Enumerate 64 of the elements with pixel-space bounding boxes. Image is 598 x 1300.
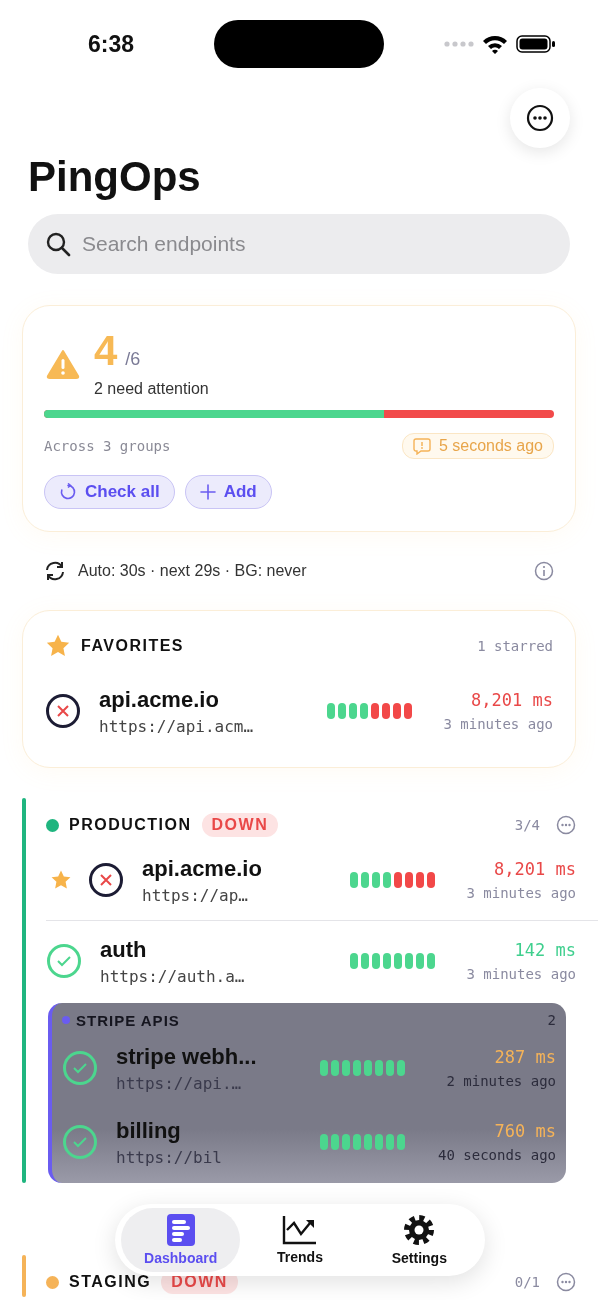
starred-count: 1 starred	[477, 638, 553, 655]
add-button[interactable]: Add	[184, 475, 272, 510]
sync-icon	[44, 560, 66, 583]
tab[interactable]: Settings	[359, 1208, 479, 1272]
endpoint-row[interactable]: api.acme.io https://api.acm… 8,201 ms 3 minutes ago	[45, 671, 553, 752]
tab[interactable]: Trends	[240, 1208, 360, 1272]
group-title: PRODUCTION	[69, 816, 192, 835]
updated-time: 5 seconds ago	[438, 437, 543, 456]
last-checked: 3 minutes ago	[466, 966, 576, 983]
latency-value: 8,201 ms	[494, 859, 576, 880]
warning-icon	[46, 349, 80, 380]
last-checked: 2 minutes ago	[446, 1073, 556, 1090]
total-count: /6	[125, 349, 141, 371]
more-icon	[526, 104, 554, 132]
section-title: FAVORITES	[81, 637, 184, 656]
wifi-icon	[482, 34, 508, 54]
endpoint-row[interactable]: stripe webh... https://api.… 287 ms 2 minutes ago	[62, 1031, 556, 1106]
latency-value: 287 ms	[494, 1047, 556, 1068]
settings-icon	[403, 1214, 436, 1246]
down-badge: DOWN	[201, 813, 279, 838]
latency-value: 142 ms	[514, 940, 576, 961]
clock-time: 6:38	[88, 30, 135, 58]
endpoint-name: billing	[116, 1117, 182, 1144]
signal-icon	[444, 41, 474, 47]
search-icon	[45, 231, 71, 258]
attention-label: 2 need attention	[94, 380, 209, 399]
attention-count: 4	[94, 330, 118, 373]
more-icon[interactable]	[556, 1272, 576, 1293]
endpoint-row[interactable]: api.acme.io https://ap… 8,201 ms 3 minutes ago	[46, 840, 598, 921]
latency-value: 8,201 ms	[471, 690, 553, 711]
message-icon	[412, 437, 431, 456]
endpoint-row[interactable]: auth https://auth.a… 142 ms 3 minutes ago	[46, 920, 598, 1002]
group-count: 0/1	[514, 1274, 540, 1291]
last-checked: 3 minutes ago	[443, 716, 553, 733]
groups-label: Across 3 groups	[44, 438, 171, 455]
info-icon[interactable]	[534, 561, 554, 582]
app-title: PingOps	[28, 152, 202, 202]
last-checked: 40 seconds ago	[438, 1147, 556, 1164]
auto-refresh-status: Auto: 30s · next 29s · BG: never	[78, 562, 307, 581]
endpoint-row[interactable]: billing https://bil 760 ms 40 seconds ago	[62, 1105, 556, 1180]
endpoint-name: auth	[100, 936, 148, 963]
check-all-button[interactable]: Check all	[44, 475, 175, 510]
subgroup-title: STRIPE APIS	[76, 1011, 180, 1029]
group-count: 3/4	[514, 817, 540, 834]
endpoint-url: https://api.acm…	[99, 716, 255, 736]
line-chart-icon	[282, 1215, 318, 1245]
more-icon[interactable]	[556, 815, 576, 836]
plus-icon	[199, 484, 216, 501]
subgroup-count: 2	[547, 1012, 556, 1029]
endpoint-url: https://bil	[116, 1147, 223, 1167]
battery-icon	[516, 34, 556, 54]
endpoint-url: https://api.…	[116, 1073, 243, 1093]
endpoint-url: https://auth.a…	[100, 966, 246, 986]
dashboard-icon	[166, 1214, 195, 1246]
refresh-icon	[59, 483, 77, 502]
endpoint-name: stripe webh...	[116, 1043, 258, 1070]
search-field[interactable]: Search endpoints	[28, 214, 570, 275]
group-title: STAGING	[69, 1273, 152, 1292]
latency-value: 760 ms	[494, 1121, 556, 1142]
endpoint-url: https://ap…	[142, 885, 249, 905]
tab[interactable]: Dashboard	[121, 1208, 241, 1272]
last-checked: 3 minutes ago	[466, 885, 576, 902]
endpoint-name: api.acme.io	[99, 686, 220, 713]
endpoint-name: api.acme.io	[142, 855, 263, 882]
